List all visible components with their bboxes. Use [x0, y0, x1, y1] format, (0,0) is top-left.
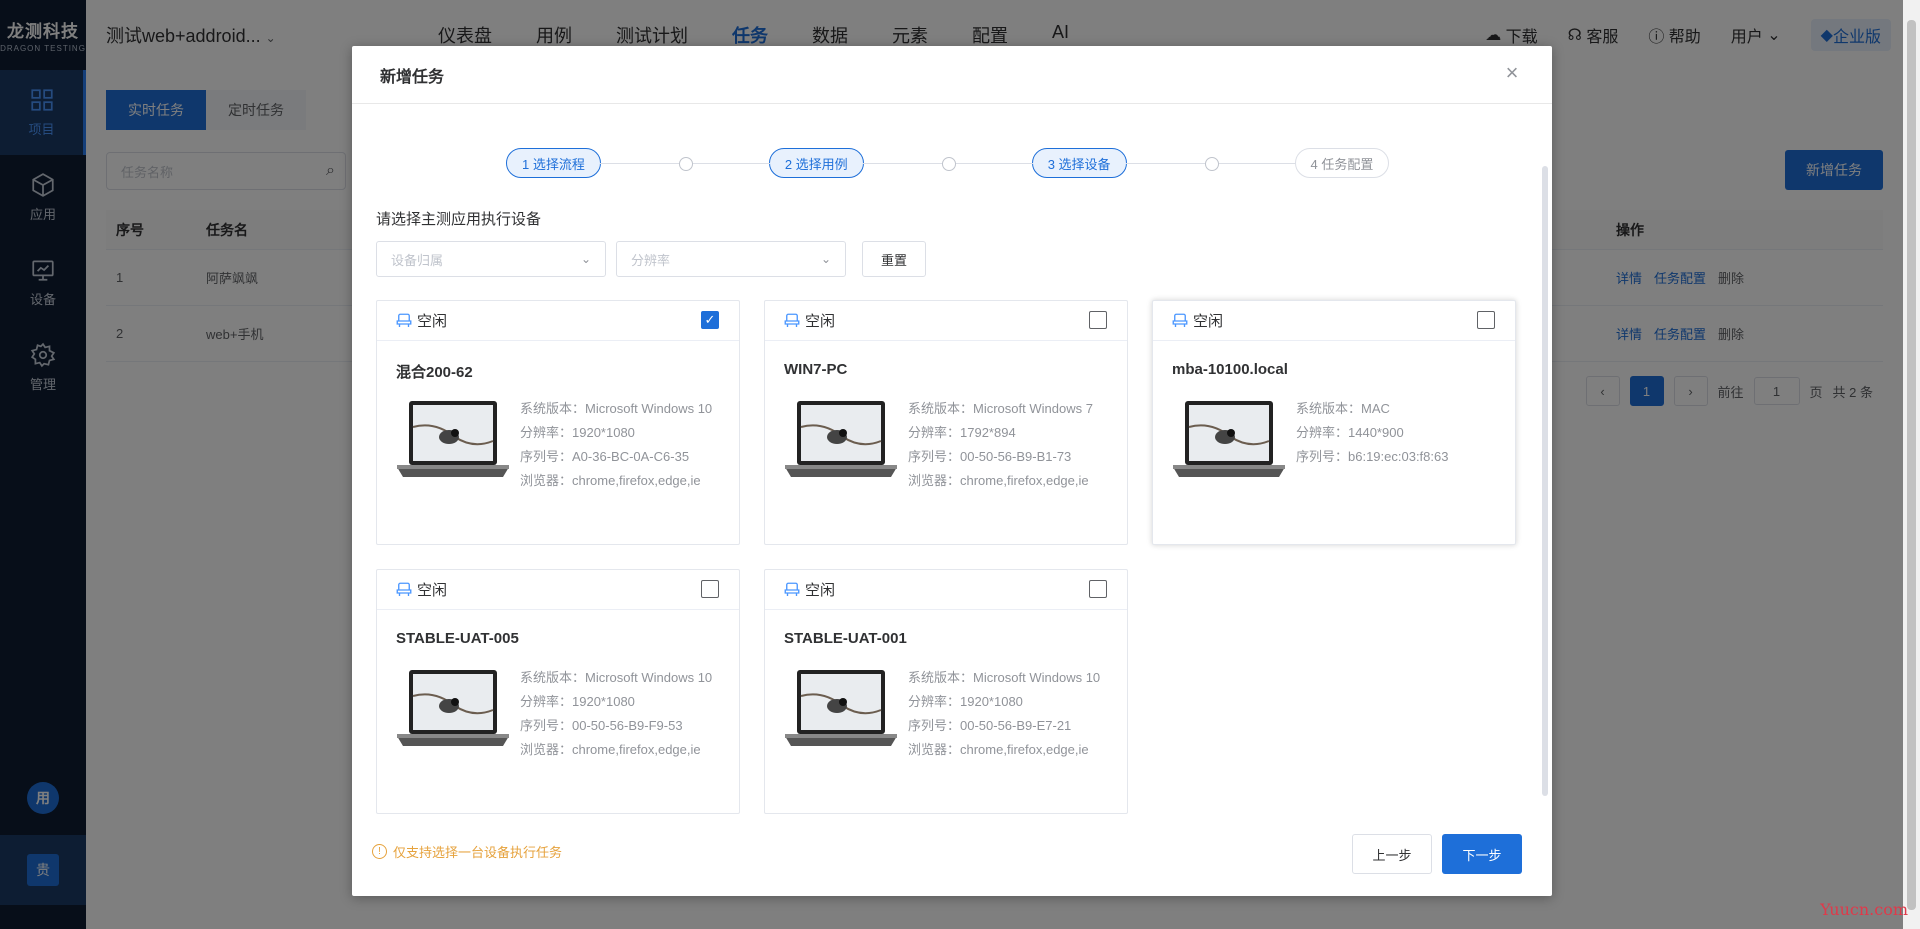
device-browser: 浏览器：chrome,firefox,edge,ie [908, 473, 1089, 488]
device-card-header: 空闲 [1153, 301, 1515, 341]
device-os: 系统版本：Microsoft Windows 10 [520, 670, 713, 685]
device-serial: 序列号：00-50-56-B9-F9-53 [520, 718, 683, 733]
device-status: 空闲 [417, 582, 448, 599]
device-checkbox[interactable] [1477, 311, 1495, 329]
device-os: 系统版本：Microsoft Windows 10 [908, 670, 1101, 685]
dialog-body: 1 选择流程 2 选择用例 3 选择设备 4 任务配置 请选择主测应用执行设备 … [352, 104, 1552, 814]
device-serial: 序列号：A0-36-BC-0A-C6-35 [520, 449, 690, 464]
seat-icon [1172, 313, 1188, 327]
device-hint: 请选择主测应用执行设备 [376, 211, 542, 228]
step-connector [599, 156, 770, 171]
device-os: 系统版本：MAC [1296, 401, 1390, 416]
device-name: STABLE-UAT-005 [396, 630, 519, 647]
device-checkbox[interactable]: ✓ [701, 311, 719, 329]
device-browser: 浏览器：chrome,firefox,edge,ie [520, 473, 701, 488]
laptop-icon [783, 397, 899, 485]
device-resolution: 分辨率：1920*1080 [520, 694, 635, 709]
dialog-title: 新增任务 [352, 46, 1552, 104]
laptop-icon [783, 666, 899, 754]
close-icon[interactable]: × [1502, 62, 1522, 84]
device-serial: 序列号：00-50-56-B9-B1-73 [908, 449, 1072, 464]
device-card[interactable]: 空闲 WIN7-PC 系统版本：Microsoft Windows 7 分辨率：… [764, 300, 1128, 545]
device-checkbox[interactable] [701, 580, 719, 598]
device-name: WIN7-PC [784, 361, 848, 378]
device-filters: 设备归属 ⌄ 分辨率 ⌄ 重置 [376, 241, 926, 277]
step-connector [862, 156, 1033, 171]
owner-placeholder: 设备归属 [391, 252, 444, 268]
device-owner-select[interactable]: 设备归属 ⌄ [376, 241, 606, 277]
device-card-header: 空闲 [377, 301, 739, 341]
chevron-down-icon: ⌄ [580, 252, 591, 266]
single-device-warning: ! 仅支持选择一台设备执行任务 [372, 842, 562, 861]
device-checkbox[interactable] [1089, 580, 1107, 598]
laptop-icon [1171, 397, 1287, 485]
device-status: 空闲 [805, 313, 836, 330]
device-info: 系统版本：Microsoft Windows 10 分辨率：1920*1080 … [520, 397, 720, 493]
page-scrollbar[interactable] [1903, 0, 1920, 929]
device-name: STABLE-UAT-001 [784, 630, 907, 647]
device-status: 空闲 [417, 313, 448, 330]
device-info: 系统版本：Microsoft Windows 10 分辨率：1920*1080 … [908, 666, 1108, 762]
device-browser: 浏览器：chrome,firefox,edge,ie [520, 742, 701, 757]
next-step-button[interactable]: 下一步 [1442, 834, 1522, 874]
device-checkbox[interactable] [1089, 311, 1107, 329]
step-select-case[interactable]: 2 选择用例 [768, 148, 864, 178]
device-os: 系统版本：Microsoft Windows 10 [520, 401, 713, 416]
device-status: 空闲 [1193, 313, 1224, 330]
device-os: 系统版本：Microsoft Windows 7 [908, 401, 1093, 416]
device-card-grid: 空闲 ✓ 混合200-62 系统版本：Microsoft Windows 10 … [376, 300, 1520, 814]
step-select-device[interactable]: 3 选择设备 [1031, 148, 1127, 178]
device-card-header: 空闲 [765, 301, 1127, 341]
laptop-icon [395, 666, 511, 754]
device-name: 混合200-62 [396, 364, 473, 381]
device-resolution: 分辨率：1792*894 [908, 425, 1016, 440]
device-status: 空闲 [805, 582, 836, 599]
device-card[interactable]: 空闲 ✓ 混合200-62 系统版本：Microsoft Windows 10 … [376, 300, 740, 545]
device-card-header: 空闲 [765, 570, 1127, 610]
device-serial: 序列号：b6:19:ec:03:f8:63 [1296, 449, 1449, 464]
seat-icon [784, 582, 800, 596]
device-info: 系统版本：MAC 分辨率：1440*900 序列号：b6:19:ec:03:f8… [1296, 397, 1496, 469]
seat-icon [396, 582, 412, 596]
chevron-down-icon: ⌄ [820, 252, 831, 266]
warning-text: 仅支持选择一台设备执行任务 [393, 845, 563, 860]
device-browser: 浏览器：chrome,firefox,edge,ie [908, 742, 1089, 757]
step-indicator: 1 选择流程 2 选择用例 3 选择设备 4 任务配置 [506, 148, 1390, 178]
scrollbar-thumb[interactable] [1907, 20, 1916, 910]
device-resolution: 分辨率：1440*900 [1296, 425, 1404, 440]
device-card[interactable]: 空闲 STABLE-UAT-001 系统版本：Microsoft Windows… [764, 569, 1128, 814]
prev-step-button[interactable]: 上一步 [1352, 834, 1432, 874]
seat-icon [396, 313, 412, 327]
seat-icon [784, 313, 800, 327]
device-resolution: 分辨率：1920*1080 [908, 694, 1023, 709]
dialog-scrollbar[interactable] [1542, 166, 1548, 796]
resolution-placeholder: 分辨率 [631, 252, 671, 268]
device-card-header: 空闲 [377, 570, 739, 610]
device-resolution: 分辨率：1920*1080 [520, 425, 635, 440]
step-connector [1125, 156, 1296, 171]
device-info: 系统版本：Microsoft Windows 7 分辨率：1792*894 序列… [908, 397, 1108, 493]
laptop-icon [395, 397, 511, 485]
device-info: 系统版本：Microsoft Windows 10 分辨率：1920*1080 … [520, 666, 720, 762]
resolution-select[interactable]: 分辨率 ⌄ [616, 241, 846, 277]
device-card[interactable]: 空闲 STABLE-UAT-005 系统版本：Microsoft Windows… [376, 569, 740, 814]
new-task-dialog: 新增任务 × 1 选择流程 2 选择用例 3 选择设备 4 任务配置 请选择主测… [352, 46, 1552, 896]
warning-icon: ! [372, 844, 387, 859]
device-serial: 序列号：00-50-56-B9-E7-21 [908, 718, 1072, 733]
step-select-flow[interactable]: 1 选择流程 [506, 148, 601, 178]
watermark: Yuucn.com [1820, 900, 1908, 919]
step-task-config[interactable]: 4 任务配置 [1294, 148, 1390, 178]
dialog-footer: ! 仅支持选择一台设备执行任务 上一步 下一步 [352, 814, 1552, 896]
device-name: mba-10100.local [1172, 361, 1288, 378]
device-card[interactable]: 空闲 mba-10100.local 系统版本：MAC 分辨率：1440*900… [1152, 300, 1516, 545]
reset-button[interactable]: 重置 [862, 241, 926, 277]
